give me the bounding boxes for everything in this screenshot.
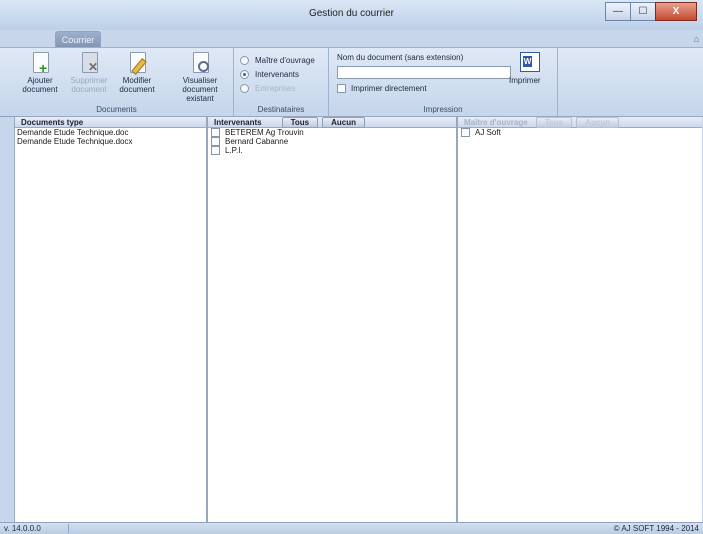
pane-header: Maître d'ouvrage Tous Aucun [458, 117, 702, 128]
delete-document-button[interactable]: ✕ Supprimer document [67, 52, 111, 94]
modify-document-button[interactable]: Modifier document [114, 52, 160, 94]
item-label: AJ Soft [475, 128, 501, 137]
select-none-button[interactable]: Aucun [576, 117, 620, 128]
group-documents-label: Documents [96, 105, 137, 114]
radio-entreprises[interactable]: Entreprises [240, 84, 295, 93]
modify-document-icon [128, 52, 147, 75]
radio-dot [240, 56, 249, 65]
checkbox[interactable] [211, 137, 220, 146]
checkbox[interactable] [211, 146, 220, 155]
radio-label: Maître d'ouvrage [255, 56, 315, 65]
title-bar: Gestion du courrier — ☐ X [0, 0, 703, 30]
view-document-icon [191, 52, 209, 74]
word-icon[interactable] [520, 52, 540, 72]
pane-intervenants: Intervenants Tous Aucun BETEREM Ag Trouv… [207, 116, 457, 523]
copyright-label: © AJ SOFT 1994 - 2014 [613, 524, 699, 533]
docname-label: Nom du document (sans extension) [337, 53, 464, 62]
modify-document-label: Modifier document [119, 76, 155, 94]
help-icon[interactable]: ⌂ [694, 34, 699, 44]
list-item[interactable]: Bernard Cabanne [208, 137, 456, 146]
radio-dot-selected [240, 70, 249, 79]
ribbon: + Ajouter document ✕ Supprimer document … [0, 47, 703, 117]
radio-label: Intervenants [255, 70, 300, 79]
add-document-button[interactable]: + Ajouter document [18, 52, 62, 94]
select-all-button[interactable]: Tous [535, 117, 573, 128]
status-divider [68, 524, 69, 533]
select-all-button[interactable]: Tous [281, 117, 319, 128]
list-item[interactable]: Demande Etude Technique.doc [15, 128, 206, 137]
group-destinataires-label: Destinataires [257, 105, 305, 114]
print-button[interactable]: Imprimer [509, 76, 541, 85]
minimize-button[interactable]: — [605, 2, 631, 21]
group-impression: Nom du document (sans extension) Imprime… [329, 48, 558, 116]
select-none-button[interactable]: Aucun [322, 117, 365, 128]
status-bar: v. 14.0.0.0 © AJ SOFT 1994 - 2014 [0, 522, 703, 534]
view-document-button[interactable]: Visualiser document existant [168, 52, 232, 103]
checkbox [337, 84, 346, 93]
window-title: Gestion du courrier [308, 8, 395, 19]
checkbox[interactable] [211, 128, 220, 137]
delete-document-label: Supprimer document [70, 76, 108, 94]
pane-title: Intervenants [214, 118, 262, 127]
group-impression-label: Impression [423, 105, 463, 114]
pane-header: Intervenants Tous Aucun [208, 117, 456, 128]
list-item[interactable]: BETEREM Ag Trouvin [208, 128, 456, 137]
docname-input[interactable] [337, 66, 511, 79]
pane-title: Documents type [21, 118, 84, 127]
radio-label: Entreprises [255, 84, 296, 93]
pane-documents-type: Documents type Demande Etude Technique.d… [14, 116, 207, 523]
delete-document-icon: ✕ [80, 52, 98, 74]
pane-maitre-ouvrage: Maître d'ouvrage Tous Aucun AJ Soft [457, 116, 702, 523]
checkbox[interactable] [461, 128, 470, 137]
list-item[interactable]: AJ Soft [458, 128, 702, 137]
item-label: L.P.I. [225, 146, 243, 155]
close-button[interactable]: X [655, 2, 697, 21]
version-label: v. 14.0.0.0 [4, 524, 41, 533]
add-document-icon: + [31, 52, 49, 75]
pane-title: Maître d'ouvrage [464, 118, 528, 127]
item-label: Bernard Cabanne [225, 137, 289, 146]
item-label: BETEREM Ag Trouvin [225, 128, 304, 137]
maximize-button[interactable]: ☐ [630, 2, 656, 21]
radio-intervenants[interactable]: Intervenants [240, 70, 299, 79]
window-controls: — ☐ X [605, 2, 697, 21]
group-documents: + Ajouter document ✕ Supprimer document … [0, 48, 234, 116]
radio-dot [240, 84, 249, 93]
print-direct-checkbox[interactable]: Imprimer directement [337, 84, 427, 93]
group-destinataires: Maître d'ouvrage Intervenants Entreprise… [234, 48, 329, 116]
add-document-label: Ajouter document [22, 76, 58, 94]
print-direct-label: Imprimer directement [351, 84, 427, 93]
list-item[interactable]: L.P.I. [208, 146, 456, 155]
list-item[interactable]: Demande Etude Technique.docx [15, 137, 206, 146]
view-document-label: Visualiser document existant [182, 76, 218, 103]
tab-courrier[interactable]: Courrier [55, 31, 101, 48]
pane-header: Documents type [15, 117, 206, 128]
radio-maitre-ouvrage[interactable]: Maître d'ouvrage [240, 56, 315, 65]
